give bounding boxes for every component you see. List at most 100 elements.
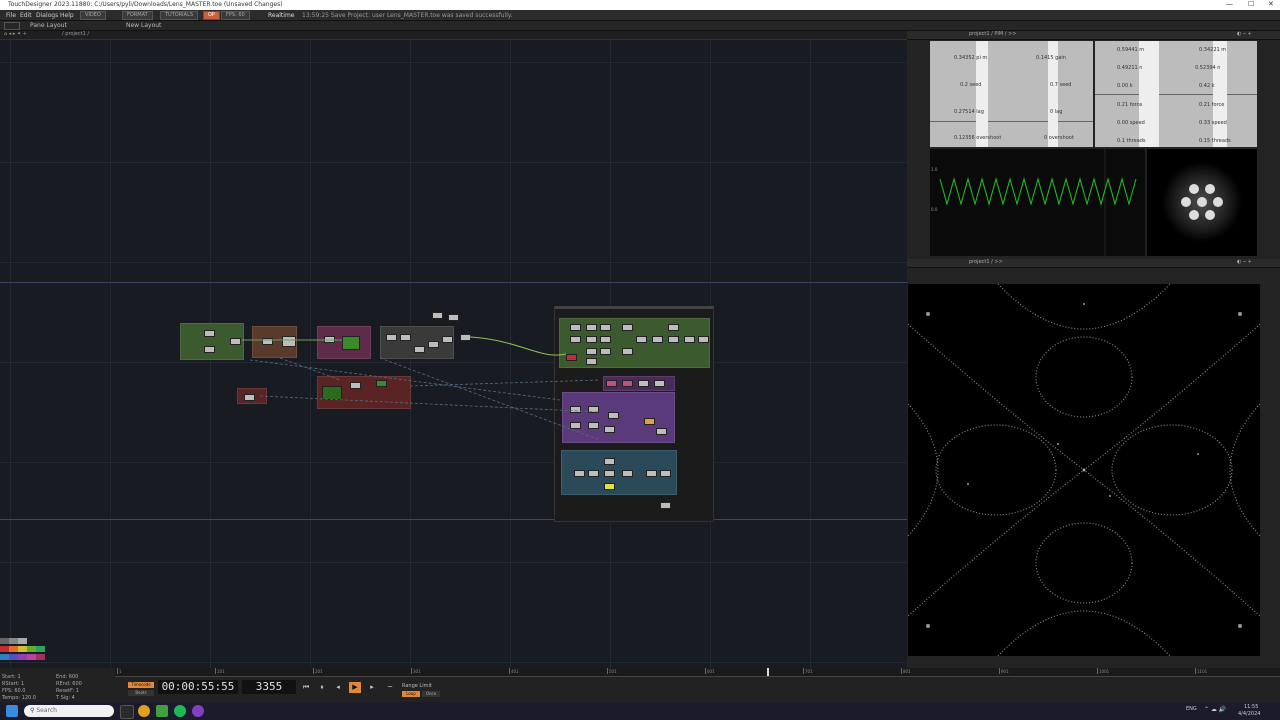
clock-date[interactable]: 4/4/2024	[1238, 711, 1260, 717]
tick-label: 201	[315, 669, 323, 674]
app-icon[interactable]	[192, 705, 204, 717]
pause-icon[interactable]: ⏸	[316, 682, 328, 693]
playhead[interactable]	[767, 668, 769, 676]
ripple-image	[1162, 162, 1242, 242]
tick-label: 1001	[1099, 669, 1110, 674]
pane-grid-icon[interactable]	[4, 22, 20, 30]
stat-label: RStart:	[2, 681, 20, 687]
spotify-icon[interactable]	[174, 705, 186, 717]
param-label: overshoot	[976, 135, 1002, 141]
param-label: force	[1211, 102, 1225, 108]
param-value: 0.52394	[1195, 65, 1216, 71]
tick-label: 601	[707, 669, 715, 674]
network-editor[interactable]	[0, 40, 907, 668]
menu-help[interactable]: Help	[60, 12, 74, 19]
param-value: 0.49211	[1117, 65, 1138, 71]
menu-dialogs[interactable]: Dialogs	[36, 12, 58, 19]
language-indicator[interactable]: ENG	[1186, 706, 1197, 712]
color-palette[interactable]	[0, 638, 50, 668]
timecode-display[interactable]: 00:00:55:55	[158, 680, 238, 694]
viewer-path-bottom[interactable]: project1 / >>	[969, 259, 1003, 265]
param-value: 0.27514	[954, 109, 975, 115]
param-value: 0.00	[1117, 83, 1129, 89]
tab-video[interactable]: VIDEO	[80, 11, 106, 20]
maximize-button[interactable]: ☐	[1248, 0, 1254, 8]
range-once-button[interactable]: Once	[422, 691, 440, 697]
new-layout-label[interactable]: New Layout	[126, 22, 161, 29]
tick-label: 1101	[1197, 669, 1208, 674]
param-label: threads	[1126, 138, 1146, 144]
beats-toggle[interactable]: Beats	[128, 690, 154, 696]
tick-label: 801	[903, 669, 911, 674]
clock-time[interactable]: 11:55	[1244, 704, 1258, 710]
step-back-icon[interactable]: ◂	[332, 682, 344, 693]
pane-layout-label[interactable]: Pane Layout	[30, 22, 67, 29]
param-value: 0.1	[1117, 138, 1125, 144]
viewer-path-top[interactable]: project1 / PIM / >>	[969, 31, 1016, 37]
minimize-button[interactable]: —	[1226, 0, 1233, 8]
system-tray-icons[interactable]: ⌃ ☁ 🔊	[1204, 706, 1226, 713]
param-value: 0.21	[1199, 102, 1211, 108]
stat-value: 120.0	[21, 695, 36, 701]
param-value: 0	[1044, 135, 1048, 141]
tick-label: 1	[119, 669, 122, 674]
stat-label: Tempo:	[2, 695, 21, 701]
top-preview[interactable]	[1147, 149, 1257, 256]
param-label: pi m	[976, 55, 988, 61]
tab-format[interactable]: FORMAT	[122, 11, 153, 20]
param-value: 0.42	[1199, 83, 1211, 89]
menu-edit[interactable]: Edit	[20, 12, 32, 19]
touchdesigner-icon[interactable]	[156, 705, 168, 717]
chrome-icon[interactable]	[138, 705, 150, 717]
step-forward-icon[interactable]: ▸	[366, 682, 378, 693]
play-icon[interactable]: ▶	[349, 682, 361, 693]
stat-value: 1	[20, 681, 25, 687]
window-titlebar: TouchDesigner 2023.11880: C:/Users/pyli/…	[0, 0, 1280, 10]
stop-icon[interactable]: ─	[384, 682, 396, 693]
param-label: speed	[1211, 120, 1227, 126]
range-limit-label: Range Limit	[402, 683, 432, 689]
close-button[interactable]: ✕	[1268, 0, 1274, 8]
stat-value: 600	[68, 674, 79, 680]
pane-controls-icon[interactable]: ◐ ─ +	[1237, 259, 1252, 265]
search-placeholder: Search	[36, 707, 57, 714]
search-icon: ⚲	[30, 707, 35, 714]
param-label: n	[1217, 65, 1221, 71]
param-value: 0.7	[1050, 82, 1058, 88]
menubar: File Edit Dialogs Help VIDEO FORMAT TUTO…	[0, 10, 1280, 21]
tick-label: 301	[413, 669, 421, 674]
tab-tutorials[interactable]: TUTORIALS	[160, 11, 199, 20]
timecode-toggle[interactable]: Timecode	[128, 682, 154, 688]
stat-value: 1	[75, 688, 79, 694]
status-message: 13:59:25 Save Project: user Lens_MASTER.…	[302, 12, 513, 19]
param-label: m	[1221, 47, 1227, 53]
realtime-toggle[interactable]: Realtime	[268, 12, 295, 19]
parameter-panel-right: 0.59441 m 0.34221 m 0.49211 n 0.52394 n …	[1095, 41, 1257, 147]
fps-indicator: FPS: 60	[221, 11, 250, 20]
tab-op[interactable]: OP	[203, 11, 220, 20]
menu-file[interactable]: File	[6, 12, 16, 19]
pane-controls-icon[interactable]: ◐ ─ +	[1237, 31, 1252, 37]
param-value: 0.34352	[954, 55, 975, 61]
main-output-viewer[interactable]	[907, 283, 1261, 657]
param-label: threads	[1211, 138, 1231, 144]
home-icon[interactable]: ⌂ ◂ ▸ ✦ +	[4, 31, 27, 37]
range-loop-button[interactable]: Loop	[402, 691, 420, 697]
chop-viewer[interactable]: 1.0 0.0	[930, 149, 1145, 256]
param-label: k	[1129, 83, 1133, 89]
param-label: seed	[1059, 82, 1072, 88]
param-label: n	[1139, 65, 1143, 71]
param-label: seed	[969, 82, 982, 88]
timeline-ruler[interactable]: 1 101 201 301 401 501 601 701 801 901 10…	[115, 668, 1280, 677]
taskbar-search[interactable]: ⚲ Search	[24, 705, 114, 717]
windows-start-icon[interactable]	[6, 705, 18, 717]
rewind-icon[interactable]: ⏮	[300, 682, 312, 693]
stat-label: REnd:	[56, 681, 71, 687]
network-path[interactable]: / project1 /	[62, 31, 89, 37]
frame-display[interactable]: 3355	[242, 680, 296, 694]
stat-value: 60.0	[14, 688, 26, 694]
task-view-icon[interactable]	[120, 705, 134, 719]
stat-value: 4	[71, 695, 75, 701]
param-value: 0.15	[1199, 138, 1211, 144]
param-label: lag	[976, 109, 984, 115]
